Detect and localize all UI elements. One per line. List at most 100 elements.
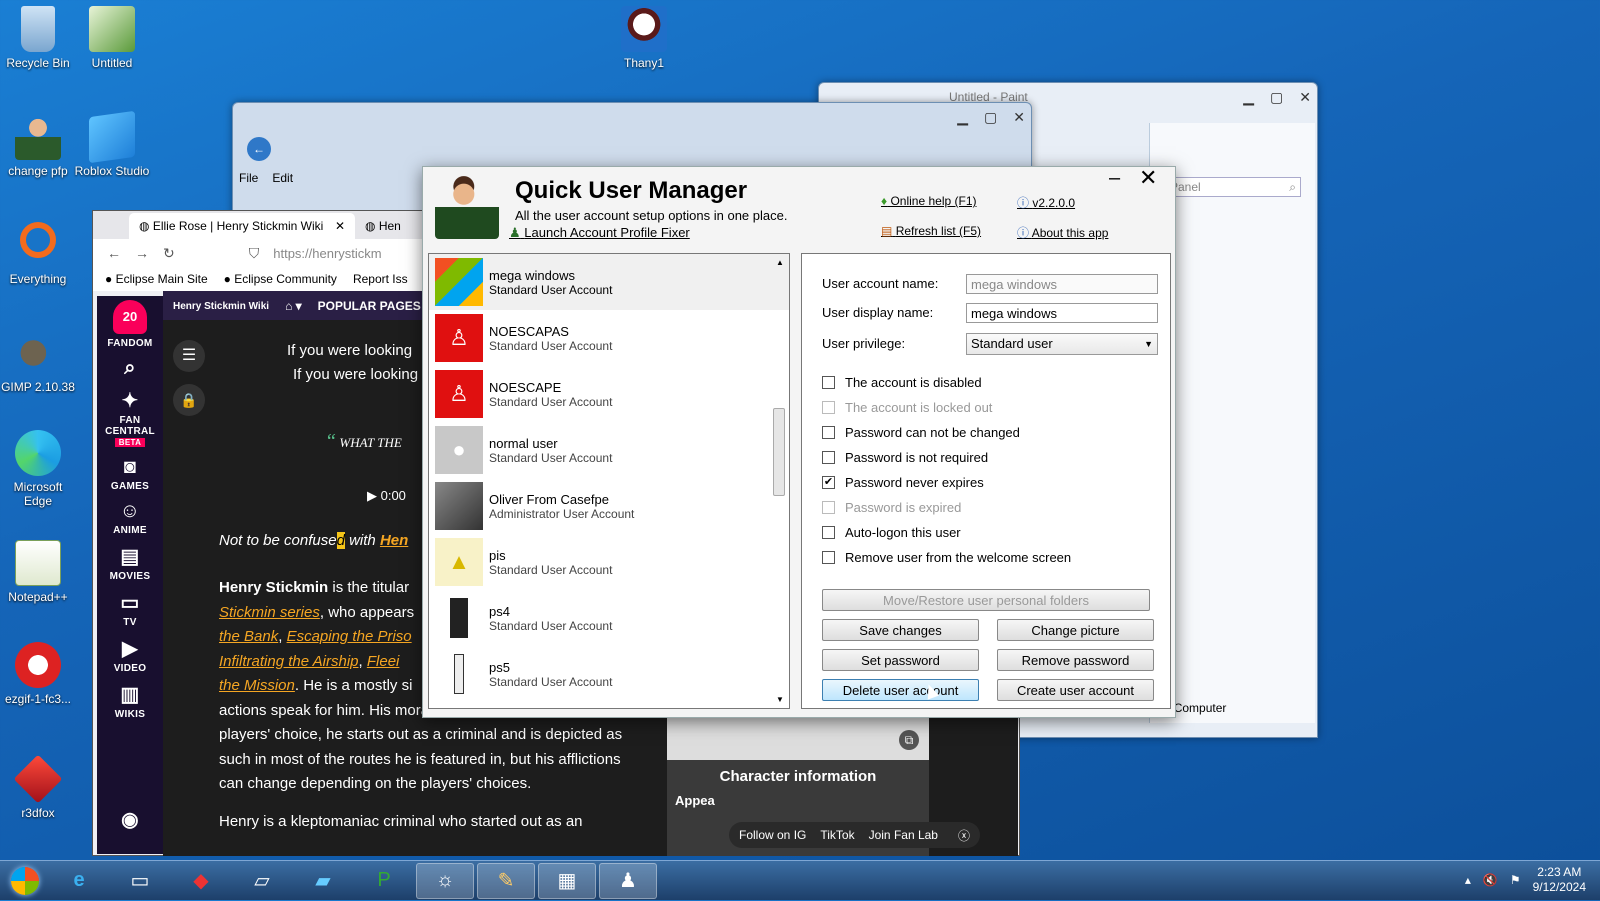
checkbox-remove-welcome[interactable]: Remove user from the welcome screen bbox=[822, 550, 1071, 565]
desktop-icon-untitled[interactable]: Untitled bbox=[74, 6, 150, 70]
bio-link[interactable]: Infiltrating the Airship bbox=[219, 653, 359, 670]
change-picture-button[interactable]: Change picture bbox=[997, 619, 1154, 641]
lock-icon[interactable]: 🔒 bbox=[173, 384, 205, 416]
back-button[interactable]: ← bbox=[247, 137, 271, 161]
checkbox-password-never-expires[interactable]: ✔ Password never expires bbox=[822, 475, 984, 490]
rail-fan-central[interactable]: ✦ FAN CENTRAL BETA bbox=[97, 388, 163, 448]
scroll-down-icon[interactable]: ▼ bbox=[773, 695, 787, 704]
rail-video[interactable]: ▶ VIDEO bbox=[97, 636, 163, 674]
desktop-icon-gimp[interactable]: GIMP 2.10.38 bbox=[0, 330, 76, 394]
rail-fandom[interactable]: FANDOM bbox=[97, 338, 163, 349]
forward-arrow-icon[interactable]: → bbox=[135, 245, 149, 261]
url-bar[interactable]: https://henrystickm bbox=[273, 246, 381, 261]
browser-tab-active[interactable]: ◍ Ellie Rose | Henry Stickmin Wiki ✕ bbox=[129, 213, 355, 239]
bio-link[interactable]: Escaping the Priso bbox=[287, 628, 412, 645]
user-list-item[interactable]: ps5 Standard User Account bbox=[429, 646, 789, 702]
rail-wikis[interactable]: ▥ WIKIS bbox=[97, 682, 163, 720]
wiki-name[interactable]: Henry Stickmin Wiki bbox=[173, 301, 269, 312]
internet-explorer-icon[interactable]: e bbox=[50, 863, 108, 899]
network-icon[interactable]: ⚑ bbox=[1510, 873, 1521, 887]
user-list-item[interactable]: ♙ NOESCAPAS Standard User Account bbox=[429, 310, 789, 366]
display-name-field[interactable]: mega windows bbox=[966, 303, 1158, 323]
rail-games[interactable]: ◙ GAMES bbox=[97, 456, 163, 492]
tiktok-link[interactable]: TikTok bbox=[820, 828, 854, 842]
cp-search-input[interactable]: l Panel ⌕ bbox=[1159, 177, 1301, 197]
refresh-list-link[interactable]: ▤ Refresh list (F5) bbox=[881, 224, 981, 238]
bookmark-item[interactable]: Report Iss bbox=[353, 272, 408, 286]
bio-link[interactable]: the Bank bbox=[219, 628, 278, 645]
scroll-up-icon[interactable]: ▲ bbox=[773, 258, 787, 267]
close-icon[interactable]: ✕ bbox=[1013, 109, 1025, 126]
menu-file[interactable]: File bbox=[239, 171, 258, 185]
volume-muted-icon[interactable]: 🔇 bbox=[1483, 873, 1498, 887]
user-list-scrollbar[interactable]: ▲ ▼ bbox=[773, 258, 787, 704]
note-link[interactable]: Hen bbox=[380, 532, 408, 549]
r3dfox-icon[interactable]: ◆ bbox=[172, 863, 230, 899]
rail-anime[interactable]: ☺ ANIME bbox=[97, 500, 163, 536]
bio-link[interactable]: Stickmin series bbox=[219, 604, 320, 621]
start-button[interactable] bbox=[0, 861, 50, 901]
bookmark-item[interactable]: ● Eclipse Main Site bbox=[105, 272, 208, 286]
follow-ig-link[interactable]: Follow on IG bbox=[739, 828, 806, 842]
about-app-link[interactable]: ⓘ About this app bbox=[1017, 224, 1108, 241]
close-icon[interactable]: ⓧ bbox=[958, 827, 970, 844]
menu-edit[interactable]: Edit bbox=[272, 171, 293, 185]
desktop-icon-roblox-studio[interactable]: Roblox Studio bbox=[74, 110, 150, 178]
fan-lab-link[interactable]: Join Fan Lab bbox=[869, 828, 938, 842]
maximize-icon[interactable]: ▢ bbox=[984, 109, 997, 126]
desktop-icon-edge[interactable]: Microsoft Edge bbox=[0, 430, 76, 508]
rail-movies[interactable]: ▤ MOVIES bbox=[97, 544, 163, 582]
explore-menu[interactable]: ⌂ ▾ bbox=[285, 299, 302, 313]
popular-pages-menu[interactable]: POPULAR PAGES ▾ bbox=[318, 299, 430, 313]
user-list-item[interactable]: ▲ pis Standard User Account bbox=[429, 534, 789, 590]
user-list-item[interactable]: ● normal user Standard User Account bbox=[429, 422, 789, 478]
publisher-icon[interactable]: P bbox=[355, 863, 413, 899]
close-icon[interactable]: ✕ bbox=[1139, 165, 1157, 191]
checkbox-account-disabled[interactable]: The account is disabled bbox=[822, 375, 982, 390]
reload-icon[interactable]: ↻ bbox=[163, 245, 175, 262]
user-list-item[interactable]: ♙ NOESCAPE Standard User Account bbox=[429, 366, 789, 422]
desktop-icon-ezgif[interactable]: ezgif-1-fc3... bbox=[0, 642, 76, 706]
launch-profile-fixer-link[interactable]: ♟ Launch Account Profile Fixer bbox=[509, 225, 690, 241]
scroll-thumb[interactable] bbox=[773, 408, 785, 496]
user-list-item[interactable]: ps4 Standard User Account bbox=[429, 590, 789, 646]
remove-password-button[interactable]: Remove password bbox=[997, 649, 1154, 671]
checkbox-password-not-required[interactable]: Password is not required bbox=[822, 450, 988, 465]
user-list-item[interactable]: Oliver From Casefpe Administrator User Ac… bbox=[429, 478, 789, 534]
version-link[interactable]: ⓘ v2.2.0.0 bbox=[1017, 194, 1075, 211]
bio-link[interactable]: the Mission bbox=[219, 677, 295, 694]
checkbox-auto-logon[interactable]: Auto-logon this user bbox=[822, 525, 961, 540]
user-manager-icon[interactable]: ♟ bbox=[599, 862, 657, 899]
back-arrow-icon[interactable]: ← bbox=[107, 245, 121, 261]
desktop-icon-thany1[interactable]: Thany1 bbox=[606, 6, 682, 70]
expand-image-icon[interactable]: ⧉ bbox=[899, 730, 919, 750]
browser-tab[interactable]: ◍ Hen bbox=[355, 213, 411, 239]
save-changes-button[interactable]: Save changes bbox=[822, 619, 979, 641]
bio-link[interactable]: Fleei bbox=[367, 653, 400, 670]
settings-icon[interactable]: ☼ bbox=[416, 862, 474, 899]
user-list[interactable]: mega windows Standard User Account ♙ NOES… bbox=[428, 253, 790, 709]
search-icon[interactable]: ⌕ bbox=[97, 357, 163, 380]
desktop-icon-everything[interactable]: Everything bbox=[0, 222, 76, 286]
minimize-icon[interactable]: – bbox=[1109, 167, 1120, 190]
bookmark-item[interactable]: ● Eclipse Community bbox=[224, 272, 337, 286]
minimize-icon[interactable]: ▁ bbox=[1243, 89, 1254, 106]
set-password-button[interactable]: Set password bbox=[822, 649, 979, 671]
audio-player[interactable]: ▶ 0:00 bbox=[367, 488, 406, 504]
paint-icon[interactable]: ✎ bbox=[477, 862, 535, 899]
account-name-field[interactable]: mega windows bbox=[966, 274, 1158, 294]
maximize-icon[interactable]: ▢ bbox=[1270, 89, 1283, 106]
tray-arrow-icon[interactable]: ▴ bbox=[1465, 873, 1471, 887]
quick-user-manager-dialog[interactable]: Quick User Manager All the user account … bbox=[422, 165, 1176, 718]
minimize-icon[interactable]: ▁ bbox=[957, 109, 968, 126]
delete-user-button[interactable]: Delete user account bbox=[822, 679, 979, 701]
desktop-icon-r3dfox[interactable]: r3dfox bbox=[0, 754, 76, 820]
create-user-button[interactable]: Create user account bbox=[997, 679, 1154, 701]
desktop-icon-change-pfp[interactable]: change pfp bbox=[0, 114, 76, 178]
desktop-icon-recycle-bin[interactable]: Recycle Bin bbox=[0, 6, 76, 70]
close-icon[interactable]: ✕ bbox=[1299, 89, 1311, 106]
app-icon[interactable]: ▰ bbox=[294, 863, 352, 899]
online-help-link[interactable]: ♦ Online help (F1) bbox=[881, 194, 977, 208]
account-icon[interactable]: ◉ bbox=[97, 807, 163, 834]
desktop-icon-notepadpp[interactable]: Notepad++ bbox=[0, 540, 76, 604]
